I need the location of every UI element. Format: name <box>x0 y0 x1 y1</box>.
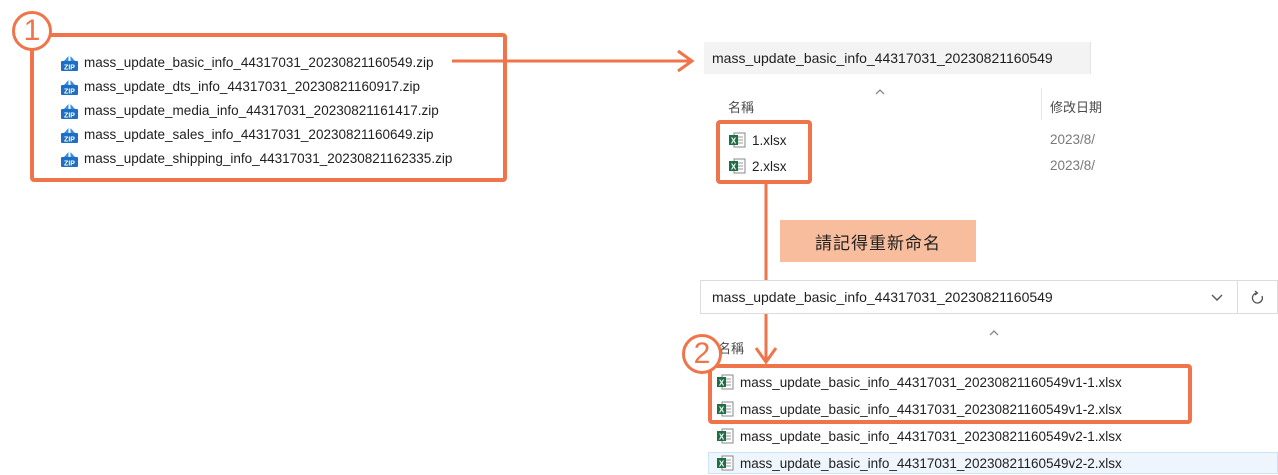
renamed-xlsx-file-item[interactable]: Xmass_update_basic_info_44317031_2023082… <box>716 427 1122 445</box>
excel-file-icon: X <box>716 373 734 391</box>
svg-text:ZIP: ZIP <box>64 160 75 167</box>
svg-text:X: X <box>719 378 725 387</box>
bottom-sort-chevron-icon <box>988 325 1000 336</box>
svg-text:ZIP: ZIP <box>64 112 75 119</box>
step-1-badge: 1 <box>12 11 52 51</box>
refresh-button[interactable] <box>1238 280 1278 314</box>
svg-text:ZIP: ZIP <box>64 64 75 71</box>
zip-file-name: mass_update_media_info_44317031_20230821… <box>84 102 439 118</box>
renamed-xlsx-file-item[interactable]: Xmass_update_basic_info_44317031_2023082… <box>716 373 1122 391</box>
rename-reminder-note: 請記得重新命名 <box>780 220 976 262</box>
renamed-xlsx-file-item[interactable]: Xmass_update_basic_info_44317031_2023082… <box>716 454 1122 472</box>
svg-text:X: X <box>731 162 737 171</box>
zip-file-item[interactable]: ZIP mass_update_sales_info_44317031_20230… <box>60 123 434 145</box>
zip-file-item[interactable]: ZIP mass_update_dts_info_44317031_2023082… <box>60 75 420 97</box>
excel-file-icon: X <box>716 454 734 472</box>
xlsx-file-name: 1.xlsx <box>752 132 787 148</box>
xlsx-file-item[interactable]: X 2.xlsx <box>728 157 787 175</box>
zip-file-name: mass_update_shipping_info_44317031_20230… <box>84 150 453 166</box>
renamed-xlsx-file-item[interactable]: Xmass_update_basic_info_44317031_2023082… <box>716 400 1122 418</box>
zip-file-icon: ZIP <box>60 53 79 72</box>
zip-file-item[interactable]: ZIP mass_update_basic_info_44317031_20230… <box>60 51 434 73</box>
renamed-xlsx-file-name: mass_update_basic_info_44317031_20230821… <box>740 401 1122 417</box>
svg-text:X: X <box>719 405 725 414</box>
svg-text:X: X <box>719 432 725 441</box>
refresh-icon <box>1251 290 1264 304</box>
top-column-divider <box>1041 88 1042 120</box>
zip-file-icon: ZIP <box>60 101 79 120</box>
top-column-modified[interactable]: 修改日期 <box>1050 97 1106 116</box>
zip-file-item[interactable]: ZIP mass_update_shipping_info_44317031_20… <box>60 147 452 169</box>
top-sort-chevron-icon <box>874 84 886 95</box>
svg-text:ZIP: ZIP <box>64 136 75 143</box>
zip-file-icon: ZIP <box>60 125 79 144</box>
chevron-down-icon[interactable] <box>1210 291 1224 303</box>
zip-file-icon: ZIP <box>60 149 79 168</box>
excel-file-icon: X <box>728 157 746 175</box>
excel-file-icon: X <box>728 131 746 149</box>
svg-text:X: X <box>731 136 737 145</box>
excel-file-icon: X <box>716 427 734 445</box>
top-address-text: mass_update_basic_info_44317031_20230821… <box>712 50 1053 66</box>
renamed-xlsx-file-name: mass_update_basic_info_44317031_20230821… <box>740 455 1122 471</box>
xlsx-file-item[interactable]: X 1.xlsx <box>728 131 787 149</box>
bottom-address-text: mass_update_basic_info_44317031_20230821… <box>712 289 1053 305</box>
step-2-badge: 2 <box>682 334 722 374</box>
svg-text:X: X <box>719 459 725 468</box>
xlsx-file-name: 2.xlsx <box>752 158 787 174</box>
renamed-xlsx-file-name: mass_update_basic_info_44317031_20230821… <box>740 428 1122 444</box>
excel-file-icon: X <box>716 400 734 418</box>
renamed-xlsx-file-name: mass_update_basic_info_44317031_20230821… <box>740 374 1122 390</box>
zip-file-name: mass_update_basic_info_44317031_20230821… <box>84 54 434 70</box>
xlsx-file-date: 2023/8/ <box>1050 132 1096 147</box>
xlsx-file-date: 2023/8/ <box>1050 158 1096 173</box>
zip-file-item[interactable]: ZIP mass_update_media_info_44317031_20230… <box>60 99 439 121</box>
top-column-name[interactable]: 名稱 <box>728 97 754 116</box>
zip-file-icon: ZIP <box>60 77 79 96</box>
svg-text:ZIP: ZIP <box>64 88 75 95</box>
zip-file-name: mass_update_sales_info_44317031_20230821… <box>84 126 434 142</box>
zip-file-name: mass_update_dts_info_44317031_2023082116… <box>84 78 421 94</box>
